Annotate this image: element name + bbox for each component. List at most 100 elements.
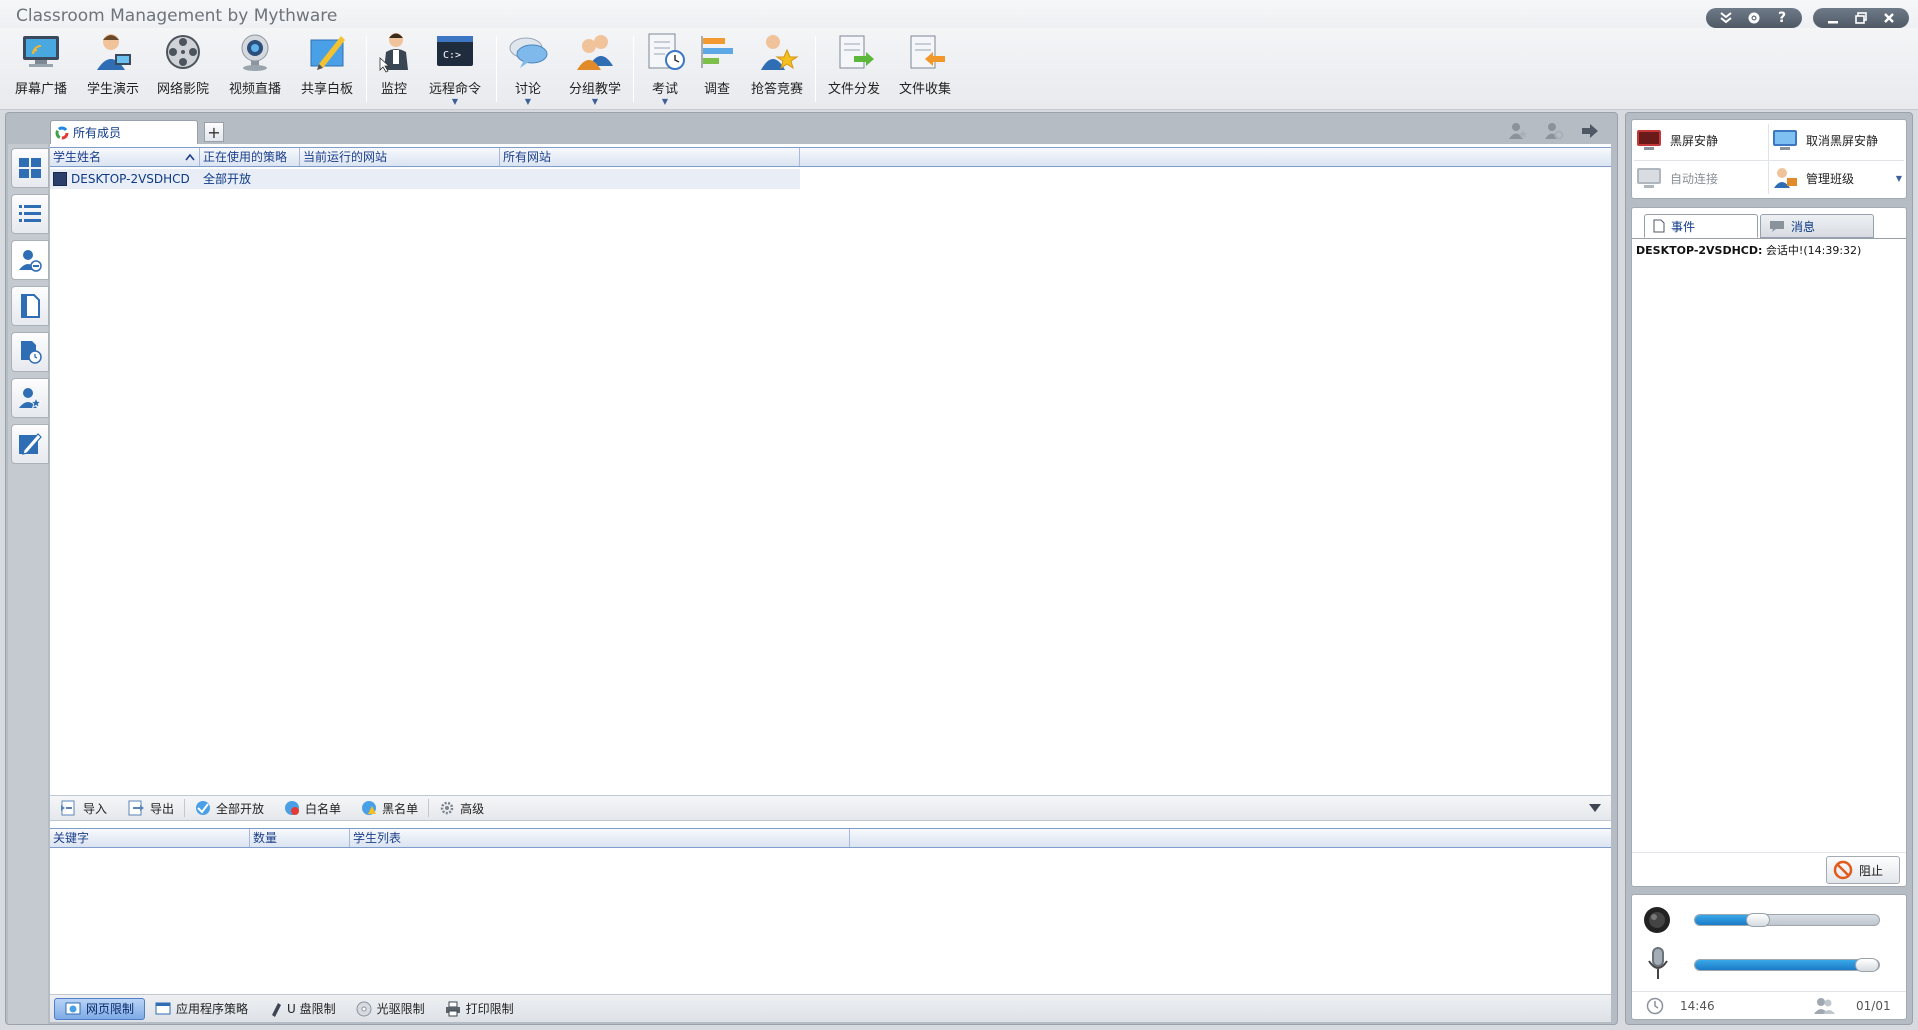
slider-thumb[interactable] (1746, 913, 1770, 927)
collapse-toolbar-button[interactable] (1712, 8, 1740, 28)
export-icon (128, 800, 145, 816)
restore-button[interactable] (1847, 8, 1875, 28)
toolbar-label: 文件分发 (827, 82, 880, 97)
column-header-all-sites[interactable]: 所有网站 (500, 148, 800, 166)
export-button[interactable]: 导出 (117, 797, 184, 819)
toolbar-label: 分组教学 (568, 82, 621, 97)
black-screen-button[interactable]: 黑屏安静 (1636, 125, 1718, 155)
divider (1634, 160, 1904, 161)
next-arrow-button[interactable] (1579, 120, 1601, 142)
slider-thumb[interactable] (1855, 958, 1879, 972)
tab-label: 打印限制 (465, 1002, 514, 1016)
tab-label: 事件 (1671, 219, 1696, 234)
group-teaching-icon (573, 30, 617, 74)
whiteboard-pen-icon (305, 30, 349, 74)
chat-bubble-icon (1770, 221, 1784, 232)
close-button[interactable] (1875, 8, 1903, 28)
event-text: 会话中!(14:39:32) (1762, 244, 1862, 257)
collapse-panel-button[interactable] (1579, 797, 1611, 819)
chevron-down-icon[interactable]: ▼ (525, 98, 531, 106)
app-title: Classroom Management by Mythware (16, 6, 338, 26)
help-button[interactable]: ? (1768, 8, 1796, 28)
tab-app-policy[interactable]: 应用程序策略 (145, 998, 258, 1020)
globe-warning-icon (362, 801, 377, 815)
toolbar-quiz-contest[interactable]: 抢答竞赛 (740, 30, 814, 104)
chevron-down-icon: ▼ (1895, 173, 1902, 183)
minimize-button[interactable] (1819, 8, 1847, 28)
column-header-student-name[interactable]: 学生姓名 (50, 148, 200, 166)
black-screen-label: 黑屏安静 (1670, 133, 1719, 148)
audio-status-box: 14:46 01/01 (1631, 894, 1907, 1020)
toolbar-video-live[interactable]: 视频直播 (218, 30, 292, 104)
manage-class-button[interactable]: 管理班级 ▼ (1772, 163, 1902, 193)
block-label: 阻止 (1859, 863, 1884, 878)
cancel-black-screen-button[interactable]: 取消黑屏安静 (1772, 125, 1878, 155)
left-view-nav (8, 144, 49, 1024)
user-star-icon (19, 388, 42, 409)
restore-icon (1855, 12, 1867, 24)
event-log-footer: 阻止 (1632, 852, 1906, 886)
column-header-student-list[interactable]: 学生列表 (350, 829, 850, 847)
right-side-panel: 黑屏安静 取消黑屏安静 自动连接 管理班级 ▼ 事件 消息 DESKTOP-2V… (1625, 112, 1913, 1025)
sort-ascending-icon (185, 153, 195, 161)
tab-print-limit[interactable]: 打印限制 (435, 998, 524, 1020)
nav-web-limit-view[interactable] (11, 240, 49, 280)
column-header-count[interactable]: 数量 (250, 829, 350, 847)
tab-web-limit[interactable]: 网页限制 (54, 997, 146, 1020)
toolbar-student-demo[interactable]: 学生演示 (76, 30, 150, 104)
import-button[interactable]: 导入 (50, 797, 117, 819)
tab-usb-limit[interactable]: U 盘限制 (258, 998, 346, 1020)
toolbar-remote-command[interactable]: C:> 远程命令 ▼ (418, 30, 492, 106)
nav-document-view[interactable] (11, 286, 49, 326)
toolbar-shared-whiteboard[interactable]: 共享白板 (290, 30, 364, 104)
tab-messages[interactable]: 消息 (1760, 214, 1874, 238)
toolbar-file-collect[interactable]: 文件收集 (888, 30, 962, 104)
toolbar-discussion[interactable]: 讨论 ▼ (491, 30, 565, 106)
globe-lock-icon (285, 801, 300, 815)
allow-all-button[interactable]: 全部开放 (185, 797, 274, 819)
toolbar-network-cinema[interactable]: 网络影院 (146, 30, 220, 104)
all-sites-cell (500, 169, 800, 189)
nav-notes-view[interactable] (11, 424, 49, 464)
nav-favorites-view[interactable] (11, 378, 49, 418)
table-row[interactable]: DESKTOP-2VSDHCD 全部开放 (50, 169, 800, 189)
chevron-down-icon[interactable]: ▼ (452, 98, 458, 106)
nav-history-view[interactable] (11, 332, 49, 372)
toolbar-label: 抢答竞赛 (750, 82, 803, 97)
broadcast-screen-icon (19, 30, 63, 74)
block-button[interactable]: 阻止 (1826, 856, 1900, 884)
column-header-keyword[interactable]: 关键字 (50, 829, 250, 847)
divider (1768, 124, 1769, 194)
chat-bubble-icon (506, 30, 550, 74)
toolbar-file-distribute[interactable]: 文件分发 (817, 30, 891, 104)
column-header-running-site[interactable]: 当前运行的网站 (300, 148, 500, 166)
speaker-volume-slider[interactable] (1694, 913, 1880, 927)
tab-cd-limit[interactable]: 光驱限制 (346, 998, 435, 1020)
advanced-button[interactable]: 高级 (429, 797, 494, 819)
tab-events[interactable]: 事件 (1644, 214, 1758, 238)
manage-class-label: 管理班级 (1806, 171, 1855, 186)
favorite-student-button[interactable] (1507, 120, 1529, 142)
group-tab-strip: 所有成员 + (50, 116, 1611, 144)
whitelist-button[interactable]: 白名单 (274, 797, 351, 819)
settings-button[interactable] (1740, 8, 1768, 28)
survey-bars-icon (695, 30, 739, 74)
chevron-down-icon[interactable]: ▼ (592, 98, 598, 106)
toolbar-screen-broadcast[interactable]: 屏幕广播 (4, 30, 78, 104)
microphone-volume-slider[interactable] (1694, 958, 1880, 972)
import-label: 导入 (83, 801, 108, 816)
nav-thumbnail-view[interactable] (11, 148, 49, 188)
blacklist-button[interactable]: 黑名单 (351, 797, 428, 819)
edit-note-icon (19, 433, 42, 455)
nav-list-view[interactable] (11, 194, 49, 234)
add-tab-button[interactable]: + (204, 122, 224, 142)
auto-connect-button[interactable]: 自动连接 (1636, 163, 1718, 193)
tab-all-members[interactable]: 所有成员 (50, 120, 198, 144)
chevron-down-icon[interactable]: ▼ (662, 98, 668, 106)
student-settings-button[interactable] (1543, 120, 1565, 142)
tab-label: 所有成员 (73, 126, 122, 140)
list-view-icon (19, 205, 41, 222)
toolbar-group-teaching[interactable]: 分组教学 ▼ (558, 30, 632, 106)
column-header-policy[interactable]: 正在使用的策略 (200, 148, 300, 166)
tab-strip-actions (1507, 120, 1601, 142)
